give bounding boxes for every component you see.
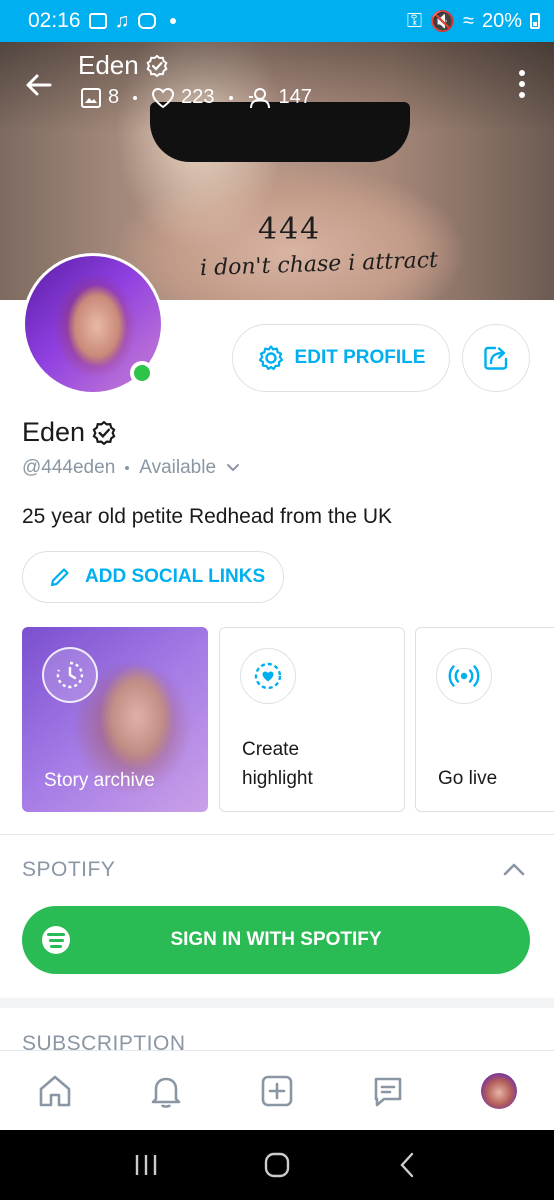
handle-separator [125, 466, 130, 470]
stat-separator [133, 95, 138, 100]
profile-name: Eden [22, 417, 117, 448]
battery-percent: 20% [481, 9, 522, 32]
back-button[interactable] [22, 68, 56, 102]
edit-profile-button[interactable]: EDIT PROFILE [232, 324, 450, 392]
add-social-links-button[interactable]: ADD SOCIAL LINKS [22, 551, 284, 603]
fans-icon [248, 87, 270, 108]
verified-badge-icon [92, 420, 116, 445]
clock-history-icon [56, 661, 84, 689]
story-archive-icon [42, 647, 98, 703]
stat-likes[interactable]: 223 [151, 86, 215, 109]
more-options-button[interactable] [510, 70, 534, 98]
heart-icon [152, 87, 175, 108]
edit-profile-label: EDIT PROFILE [294, 347, 426, 368]
spotify-icon [42, 926, 70, 954]
create-highlight-card[interactable]: Create highlight [219, 627, 405, 812]
back-nav-icon[interactable] [393, 1150, 423, 1180]
gear-icon [258, 345, 283, 371]
bell-icon [151, 1077, 181, 1108]
story-archive-card[interactable]: Story archive [22, 627, 208, 812]
tiktok-notification-icon: ♫ [114, 9, 130, 32]
story-archive-label: Story archive [44, 770, 155, 791]
stat-fans[interactable]: 147 [247, 86, 312, 109]
pencil-icon [50, 568, 69, 587]
nav-add-post[interactable] [252, 1066, 302, 1116]
cover-tattoo-text: i don't chase i attract [199, 247, 439, 282]
wifi-signal-icon: ≈ [462, 9, 474, 32]
instagram-notification-icon [137, 13, 156, 29]
online-status-dot [130, 361, 154, 385]
stat-likes-count: 223 [181, 86, 215, 108]
chevron-up-icon[interactable] [500, 858, 528, 882]
home-icon [40, 1075, 71, 1106]
battery-icon [530, 13, 540, 29]
image-icon [81, 87, 101, 108]
handle-row: @444eden Available [22, 457, 240, 479]
profile-handle: @444eden [22, 457, 116, 478]
vpn-key-icon: ⚿ [406, 9, 423, 32]
create-highlight-line2: highlight [242, 768, 313, 789]
mute-icon: 🔇 [430, 10, 455, 33]
add-post-icon [261, 1075, 293, 1106]
spotify-wave [47, 932, 65, 936]
status-bar: 02:16 ♫ ⚿ 🔇 ≈ 20% [0, 0, 554, 42]
kebab-dot [519, 70, 525, 76]
header-title: Eden [78, 50, 169, 81]
system-navigation-bar [0, 1130, 554, 1200]
home-button-icon[interactable] [262, 1150, 292, 1180]
bottom-navigation [0, 1050, 554, 1130]
spotify-wave [48, 938, 64, 942]
header-name: Eden [78, 50, 139, 80]
sign-in-spotify-button[interactable]: SIGN IN WITH SPOTIFY [22, 906, 530, 974]
stat-media-count: 8 [108, 86, 120, 108]
go-live-card[interactable]: Go live [415, 627, 554, 812]
messages-icon [374, 1077, 402, 1106]
recent-apps-icon[interactable] [131, 1152, 161, 1178]
section-gap [0, 998, 554, 1008]
sign-in-spotify-label: SIGN IN WITH SPOTIFY [170, 929, 382, 950]
nav-notifications[interactable] [141, 1066, 191, 1116]
subscription-section-title: SUBSCRIPTION [22, 1032, 186, 1050]
section-divider [0, 834, 554, 835]
go-live-label: Go live [438, 768, 498, 789]
spotify-wave [50, 944, 62, 948]
kebab-dot [519, 92, 525, 98]
nav-messages[interactable] [363, 1066, 413, 1116]
create-highlight-line1: Create [242, 739, 300, 760]
stat-media[interactable]: 8 [80, 86, 119, 109]
go-live-icon-wrap [436, 648, 492, 704]
profile-avatar-small [480, 1072, 517, 1109]
more-notifications-dot [169, 18, 176, 24]
share-profile-button[interactable] [462, 324, 530, 392]
share-icon [484, 346, 508, 370]
verified-badge-icon [146, 54, 168, 77]
gallery-notification-icon [88, 13, 107, 29]
status-time: 02:16 [28, 9, 81, 32]
spotify-section-title: SPOTIFY [22, 858, 116, 881]
profile-bio: 25 year old petite Redhead from the UK [22, 505, 393, 528]
stat-fans-count: 147 [278, 86, 312, 108]
kebab-dot [519, 81, 525, 87]
subscription-section: SUBSCRIPTION [0, 1008, 554, 1050]
stat-separator [228, 95, 233, 100]
nav-home[interactable] [30, 1066, 80, 1116]
arrow-left-icon [26, 74, 52, 96]
add-social-links-label: ADD SOCIAL LINKS [85, 566, 266, 587]
availability-status[interactable]: Available [139, 457, 216, 479]
nav-profile[interactable] [474, 1066, 524, 1116]
cover-tattoo-number: 444 [258, 212, 322, 247]
live-broadcast-icon [448, 665, 480, 687]
profile-name-text: Eden [22, 417, 86, 447]
chevron-down-icon[interactable] [226, 463, 240, 473]
header-stats: 8 223 147 [80, 86, 312, 109]
highlight-heart-icon [254, 662, 282, 690]
create-highlight-label: Create highlight [242, 735, 313, 793]
create-highlight-icon-wrap [240, 648, 296, 704]
